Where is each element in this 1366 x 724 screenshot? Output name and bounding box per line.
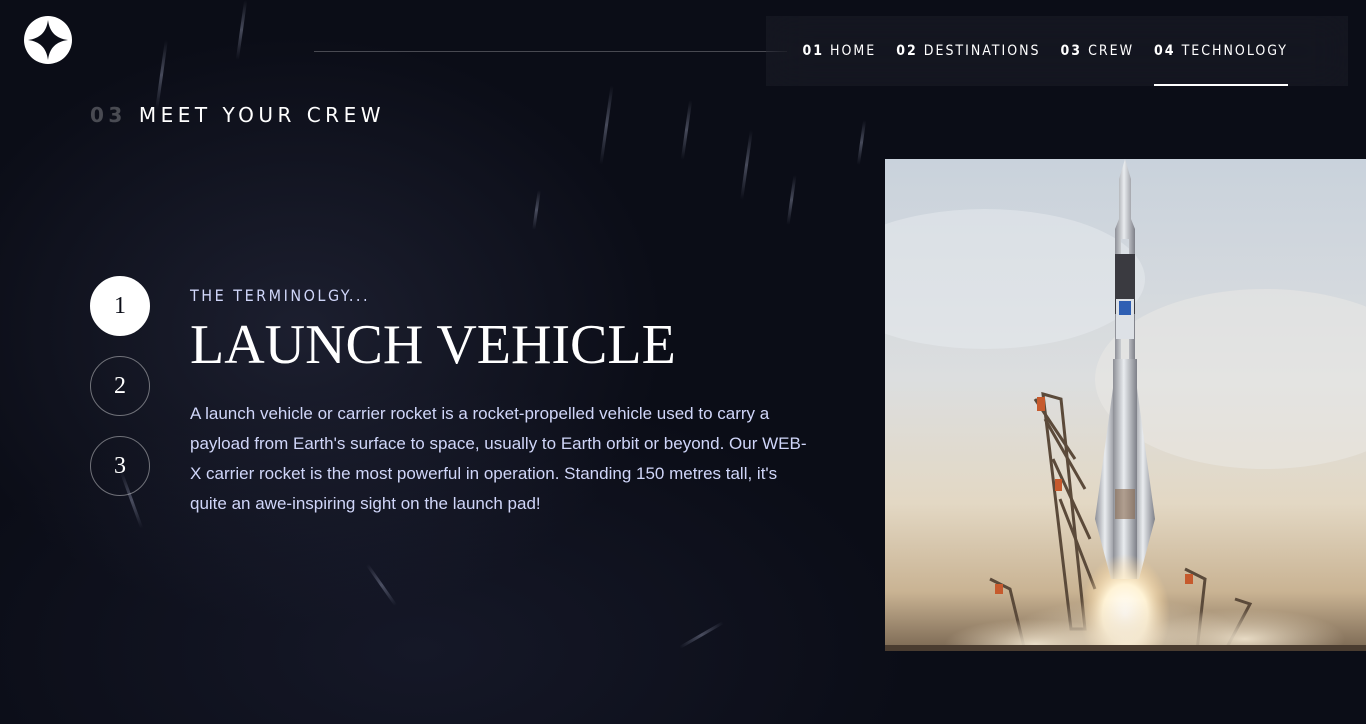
background-streak [235, 0, 248, 60]
nav-item-number: 04 [1154, 43, 1176, 59]
technology-title: LAUNCH VEHICLE [190, 314, 676, 376]
background-streak [365, 563, 398, 607]
rocket-launch-illustration [885, 159, 1366, 651]
nav-item-destinations[interactable]: 02 DESTINATIONS [896, 16, 1040, 86]
page-heading-number: 03 [90, 103, 127, 127]
nav-items: 01 HOME 02 DESTINATIONS 03 CREW 04 TECHN… [803, 16, 1289, 86]
nav-item-home[interactable]: 01 HOME [803, 16, 877, 86]
star-logo-icon [28, 20, 68, 60]
nav-item-label: CREW [1088, 43, 1135, 59]
technology-description: A launch vehicle or carrier rocket is a … [190, 403, 807, 513]
page-heading-label: MEET YOUR CREW [138, 103, 385, 127]
nav-item-crew[interactable]: 03 CREW [1061, 16, 1135, 86]
pager-button-1[interactable]: 1 [90, 276, 150, 336]
nav-item-label: DESTINATIONS [923, 43, 1041, 59]
pager-button-3[interactable]: 3 [90, 436, 150, 496]
background-streak [532, 189, 541, 231]
terminology-eyebrow: THE TERMINOLGY... [190, 286, 371, 305]
launch-vehicle-image [885, 159, 1366, 651]
background-streak [680, 100, 693, 160]
main-navigation: 01 HOME 02 DESTINATIONS 03 CREW 04 TECHN… [766, 16, 1348, 86]
background-streak [155, 40, 168, 110]
background-streak [740, 130, 753, 200]
page-heading: 03 MEET YOUR CREW [90, 103, 385, 127]
background-streak [599, 85, 614, 165]
nav-item-label: TECHNOLOGY [1181, 43, 1288, 59]
nav-divider-line [314, 51, 787, 52]
background-streak [679, 621, 724, 649]
pager-button-2[interactable]: 2 [90, 356, 150, 416]
background-streak [786, 175, 797, 225]
background-streak [856, 120, 867, 165]
nav-item-number: 01 [802, 43, 825, 59]
nav-item-label: HOME [830, 43, 877, 59]
technology-content: THE TERMINOLGY... LAUNCH VEHICLE A launc… [190, 286, 810, 519]
nav-item-technology[interactable]: 04 TECHNOLOGY [1154, 16, 1288, 86]
nav-item-number: 02 [896, 43, 918, 59]
nav-item-number: 03 [1060, 43, 1083, 59]
technology-pager: 1 2 3 [90, 276, 150, 496]
site-logo[interactable] [24, 16, 72, 64]
